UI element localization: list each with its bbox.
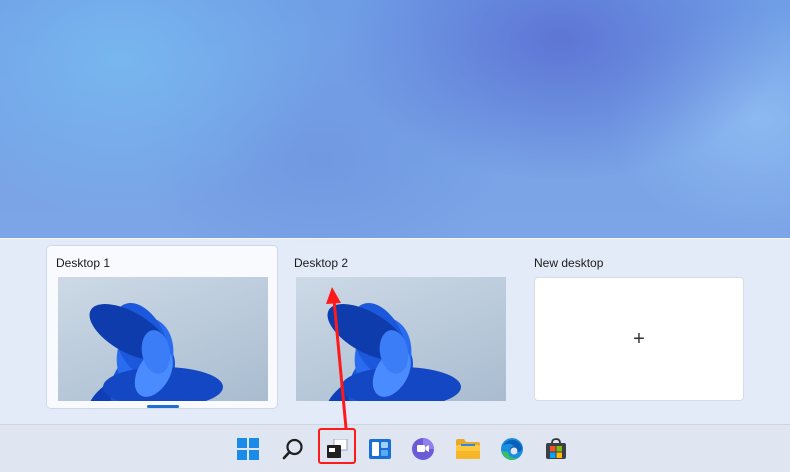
annotation-arrow-icon: [326, 287, 348, 429]
screen: Desktop 1 Desktop 2 New desktop +: [0, 0, 790, 472]
